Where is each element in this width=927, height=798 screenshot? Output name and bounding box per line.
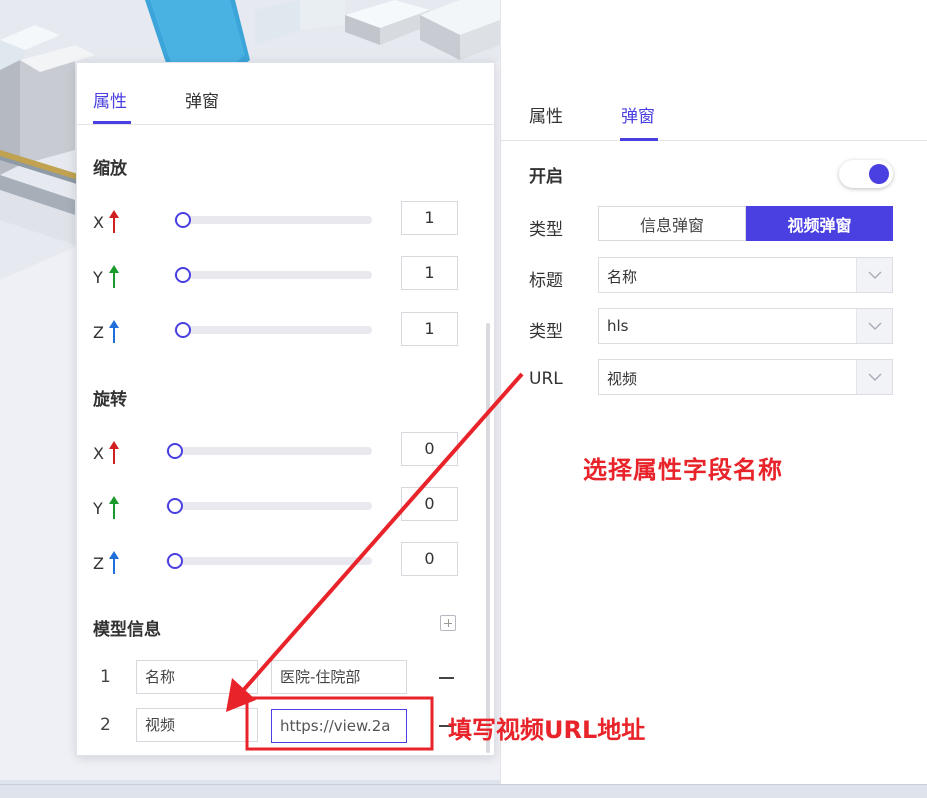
left-tab-popup[interactable]: 弹窗: [185, 87, 219, 112]
blue-arrow-icon: [109, 320, 119, 343]
rotation-y-label: Y: [93, 496, 119, 519]
title-select-value: 名称: [607, 268, 638, 286]
scale-y-input[interactable]: 1: [401, 256, 458, 290]
axis-letter: Y: [93, 268, 103, 287]
scale-x-label: X: [93, 210, 119, 233]
scale-z-input[interactable]: 1: [401, 312, 458, 346]
title-select[interactable]: 名称: [598, 257, 893, 293]
axis-letter: Y: [93, 499, 103, 518]
panel-scrollbar[interactable]: [486, 323, 490, 753]
red-arrow-icon: [109, 210, 119, 233]
left-tab-underline: [93, 121, 131, 124]
rotation-y-input[interactable]: 0: [401, 487, 458, 521]
right-tab-underline: [620, 138, 658, 141]
red-arrow-icon: [109, 441, 119, 464]
rotation-y-slider[interactable]: [166, 502, 372, 510]
remove-row-button[interactable]: [439, 725, 454, 727]
right-tab-popup[interactable]: 弹窗: [621, 102, 655, 127]
row-value-input[interactable]: https://view.2a: [271, 709, 407, 743]
rotation-z-input[interactable]: 0: [401, 542, 458, 576]
popup-settings-panel: 属性 弹窗 开启 类型 信息弹窗 视频弹窗 标题 名称 类型 hls URL 视…: [500, 0, 927, 784]
axis-letter: X: [93, 444, 104, 463]
scale-x-slider[interactable]: [174, 216, 372, 224]
enable-label: 开启: [529, 167, 563, 187]
rotation-x-slider[interactable]: [166, 447, 372, 455]
scale-x-slider-thumb[interactable]: [175, 212, 191, 228]
axis-letter: X: [93, 213, 104, 232]
scale-y-slider[interactable]: [174, 271, 372, 279]
axis-letter: Z: [93, 554, 104, 573]
rotation-x-input[interactable]: 0: [401, 432, 458, 466]
url-select-value: 视频: [607, 370, 638, 388]
rotation-y-slider-thumb[interactable]: [167, 498, 183, 514]
scale-y-slider-thumb[interactable]: [175, 267, 191, 283]
model-properties-panel: 属性 弹窗 缩放 X 1 Y 1 Z 1 旋转 X 0 Y 0 Z 0 模型信息…: [76, 62, 495, 756]
bottom-strip: [0, 784, 927, 798]
popup-type-label: 类型: [529, 220, 563, 240]
url-field-label: URL: [529, 369, 563, 389]
axis-letter: Z: [93, 323, 104, 342]
row-value-input[interactable]: 医院-住院部: [271, 660, 407, 694]
green-arrow-icon: [109, 265, 119, 288]
rotation-x-label: X: [93, 441, 119, 464]
url-select[interactable]: 视频: [598, 359, 893, 395]
green-arrow-icon: [109, 496, 119, 519]
scale-z-slider-thumb[interactable]: [175, 322, 191, 338]
left-tab-bar: 属性 弹窗: [77, 63, 494, 125]
model-info-section-title: 模型信息: [93, 620, 161, 640]
row-key-input[interactable]: 名称: [136, 660, 258, 694]
info-popup-option[interactable]: 信息弹窗: [598, 206, 746, 241]
row-key-input[interactable]: 视频: [136, 708, 258, 742]
add-row-button[interactable]: [440, 615, 456, 631]
stream-type-select[interactable]: hls: [598, 308, 893, 344]
right-tab-bar: 属性 弹窗: [501, 86, 927, 141]
blue-arrow-icon: [109, 551, 119, 574]
annotation-select-field: 选择属性字段名称: [583, 456, 783, 484]
chevron-down-icon: [856, 258, 892, 292]
chevron-down-icon: [856, 309, 892, 343]
toggle-knob: [869, 164, 889, 184]
row-index: 1: [100, 667, 111, 687]
rotation-z-label: Z: [93, 551, 119, 574]
left-tab-properties[interactable]: 属性: [93, 87, 127, 112]
row-index: 2: [100, 715, 111, 735]
rotation-section-title: 旋转: [93, 390, 127, 410]
scale-z-slider[interactable]: [174, 326, 372, 334]
remove-row-button[interactable]: [439, 677, 454, 679]
title-field-label: 标题: [529, 271, 563, 291]
enable-toggle[interactable]: [839, 160, 893, 188]
rotation-z-slider-thumb[interactable]: [167, 553, 183, 569]
chevron-down-icon: [856, 360, 892, 394]
scale-z-label: Z: [93, 320, 119, 343]
rotation-z-slider[interactable]: [166, 557, 372, 565]
stream-type-value: hls: [607, 317, 629, 335]
scale-section-title: 缩放: [93, 159, 127, 179]
scale-x-input[interactable]: 1: [401, 201, 458, 235]
stream-type-label: 类型: [529, 322, 563, 342]
right-tab-properties[interactable]: 属性: [529, 102, 563, 127]
video-popup-option[interactable]: 视频弹窗: [746, 206, 893, 241]
rotation-x-slider-thumb[interactable]: [167, 443, 183, 459]
scale-y-label: Y: [93, 265, 119, 288]
